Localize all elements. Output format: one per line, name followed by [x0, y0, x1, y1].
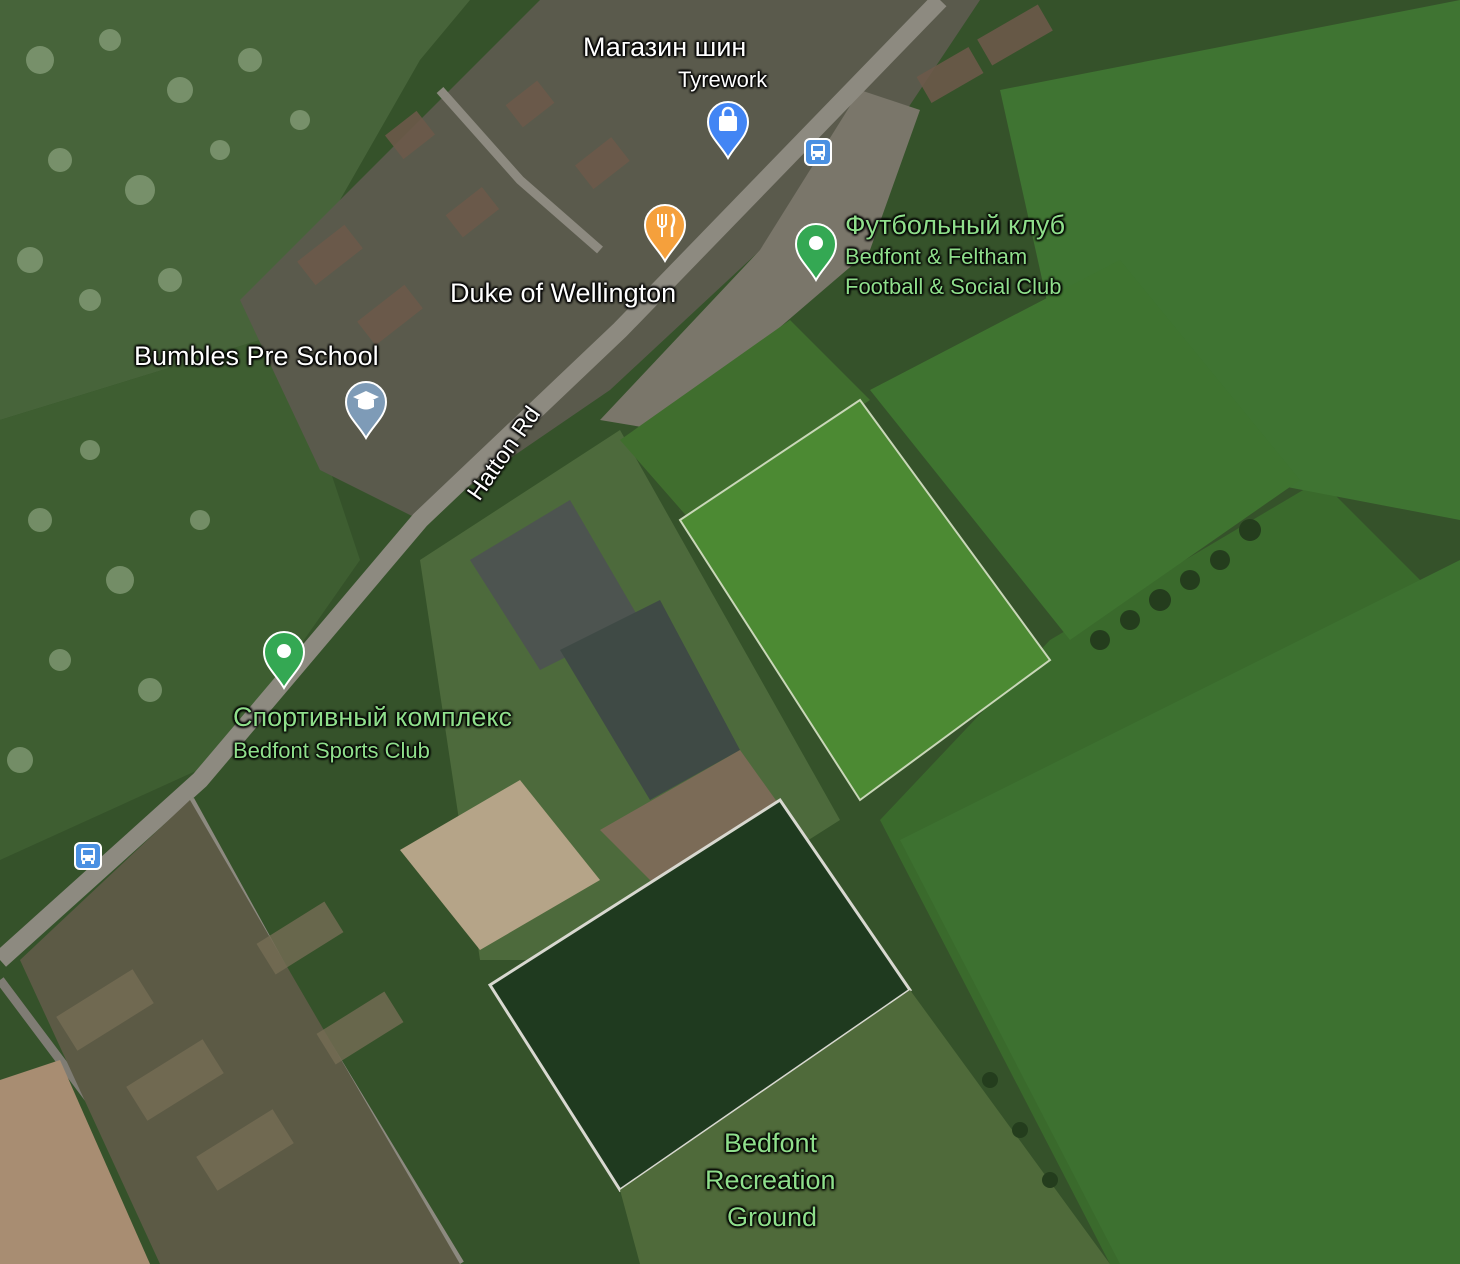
- sports-complex-category: Спортивный комплекс: [233, 702, 512, 732]
- school-name[interactable]: Bumbles Pre School: [134, 343, 379, 370]
- recreation-ground-line2[interactable]: Recreation: [705, 1167, 836, 1194]
- satellite-map[interactable]: [0, 0, 1460, 1264]
- restaurant-icon[interactable]: [643, 203, 687, 263]
- place-pin-icon[interactable]: [262, 630, 306, 690]
- tyre-shop-name[interactable]: Tyrework: [678, 69, 767, 91]
- place-pin-icon[interactable]: [794, 222, 838, 282]
- bus-stop-icon[interactable]: [74, 842, 102, 870]
- tyre-shop-category: Магазин шин: [583, 32, 747, 62]
- bus-stop-icon[interactable]: [804, 138, 832, 166]
- graduation-cap-icon[interactable]: [344, 380, 388, 440]
- football-club-name-line2[interactable]: Football & Social Club: [845, 276, 1061, 298]
- recreation-ground-line1[interactable]: Bedfont: [724, 1130, 817, 1157]
- football-club-name-line1[interactable]: Bedfont & Feltham: [845, 246, 1027, 268]
- football-club-category: Футбольный клуб: [845, 210, 1066, 240]
- pub-name[interactable]: Duke of Wellington: [450, 280, 676, 307]
- shopping-bag-icon[interactable]: [706, 100, 750, 160]
- recreation-ground-line3[interactable]: Ground: [727, 1204, 817, 1231]
- sports-complex-name[interactable]: Bedfont Sports Club: [233, 740, 430, 762]
